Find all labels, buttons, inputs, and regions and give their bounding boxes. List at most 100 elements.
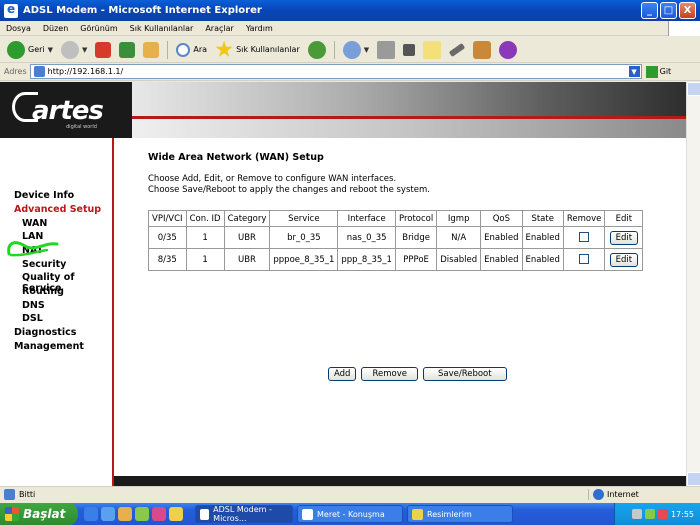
- messenger-quicklaunch-icon[interactable]: [152, 507, 166, 521]
- address-value: http://192.168.1.1/: [47, 67, 124, 76]
- msn-button[interactable]: [496, 39, 520, 61]
- cell-vpivci: 8/35: [148, 248, 187, 271]
- nav-diagnostics[interactable]: Diagnostics: [14, 327, 76, 338]
- address-label: Adres: [4, 67, 27, 76]
- menu-help[interactable]: Yardım: [240, 24, 279, 33]
- task-meret-konusma[interactable]: Meret - Konuşma: [297, 505, 403, 523]
- page-title: Wide Area Network (WAN) Setup: [148, 152, 324, 163]
- pen-button[interactable]: [446, 42, 468, 57]
- nav-security[interactable]: Security: [22, 259, 66, 270]
- col-edit: Edit: [604, 210, 644, 227]
- cell-qos: Enabled: [480, 248, 523, 271]
- print-button[interactable]: [374, 39, 398, 61]
- tray-messenger-icon[interactable]: [644, 509, 655, 519]
- edit-button[interactable]: Edit: [609, 230, 639, 245]
- windows-logo-icon: [668, 21, 700, 36]
- favorites-label: Sık Kullanılanlar: [236, 45, 300, 54]
- home-button[interactable]: [140, 40, 162, 60]
- cell-remove: [562, 248, 606, 271]
- cell-service: pppoe_8_35_1: [269, 248, 339, 271]
- outlook-quicklaunch-icon[interactable]: [101, 507, 115, 521]
- note-icon: [423, 40, 442, 59]
- globe-icon: [593, 489, 604, 500]
- mail-button[interactable]: ▼: [340, 39, 372, 61]
- col-protocol: Protocol: [394, 210, 438, 227]
- desktop-quicklaunch-icon[interactable]: [135, 507, 149, 521]
- quick-launch: [84, 507, 183, 521]
- address-input[interactable]: http://192.168.1.1/ ▼: [29, 64, 642, 79]
- task-label: Resimlerim: [427, 509, 472, 519]
- cell-edit: Edit: [604, 248, 644, 271]
- task-label: ADSL Modem - Micros...: [213, 505, 272, 523]
- start-label: Başlat: [23, 507, 66, 521]
- edit-button[interactable]: Edit: [609, 252, 639, 267]
- forward-arrow-icon: [61, 40, 80, 59]
- toolbar: Geri ▼ ▼ Ara Sık Kullanılanlar ▼: [0, 37, 700, 63]
- task-adsl-modem[interactable]: ADSL Modem - Micros...: [195, 505, 293, 523]
- chevron-down-icon: ▼: [82, 45, 88, 54]
- search-icon: [176, 42, 191, 57]
- refresh-icon: [119, 41, 136, 58]
- edit-page-button[interactable]: [400, 42, 418, 58]
- system-tray: 17:55: [614, 503, 700, 525]
- scroll-down-icon[interactable]: [687, 472, 700, 486]
- nav-advanced-setup[interactable]: Advanced Setup: [14, 204, 101, 215]
- chat-icon: [302, 508, 313, 520]
- remove-checkbox[interactable]: [579, 232, 590, 243]
- start-button[interactable]: Başlat: [0, 503, 78, 525]
- address-bar: Adres http://192.168.1.1/ ▼ Git: [0, 63, 700, 81]
- scroll-up-icon[interactable]: [687, 82, 700, 96]
- table-row: 0/35 1 UBR br_0_35 nas_0_35 Bridge N/A E…: [148, 226, 644, 249]
- ie-quicklaunch-icon[interactable]: [84, 507, 98, 521]
- media-quicklaunch-icon[interactable]: [118, 507, 132, 521]
- go-button[interactable]: Git: [645, 65, 671, 78]
- star-icon: [215, 40, 233, 57]
- page-done-icon: [4, 489, 15, 500]
- col-igmp: Igmp: [436, 210, 482, 227]
- window-title: ADSL Modem - Microsoft Internet Explorer: [23, 5, 262, 16]
- back-button[interactable]: Geri ▼: [4, 39, 56, 61]
- menu-view[interactable]: Görünüm: [74, 24, 123, 33]
- menu-edit[interactable]: Düzen: [37, 24, 74, 33]
- tray-network-icon[interactable]: [631, 509, 642, 519]
- nav-device-info[interactable]: Device Info: [14, 190, 74, 201]
- cell-interface: ppp_8_35_1: [337, 248, 396, 271]
- notes-button[interactable]: [420, 39, 444, 61]
- cell-protocol: Bridge: [394, 226, 438, 249]
- stop-button[interactable]: [92, 40, 114, 60]
- cell-vpivci: 0/35: [148, 226, 187, 249]
- edit-icon: [403, 43, 416, 56]
- left-navigation: Device Info Advanced Setup WAN LAN NAT S…: [0, 138, 114, 486]
- tray-antivirus-icon[interactable]: [657, 509, 668, 519]
- save-reboot-button[interactable]: Save/Reboot: [422, 367, 507, 381]
- remove-checkbox[interactable]: [579, 254, 590, 265]
- refresh-button[interactable]: [116, 40, 138, 60]
- search-button[interactable]: Ara: [173, 41, 210, 59]
- remove-button[interactable]: Remove: [361, 367, 418, 381]
- menu-tools[interactable]: Araçlar: [199, 24, 239, 33]
- vertical-scrollbar[interactable]: [686, 82, 700, 486]
- minimize-button[interactable]: _: [641, 2, 658, 19]
- history-button[interactable]: [305, 39, 329, 61]
- menu-file[interactable]: Dosya: [0, 24, 37, 33]
- cell-protocol: PPPoE: [394, 248, 438, 271]
- close-button[interactable]: X: [679, 2, 696, 19]
- action-buttons: Add Remove Save/Reboot: [328, 367, 507, 381]
- nav-dns[interactable]: DNS: [22, 300, 45, 311]
- browser-viewport: artes digital world Device Info Advanced…: [0, 82, 686, 486]
- chevron-down-icon[interactable]: ▼: [627, 65, 641, 78]
- favorites-button[interactable]: Sık Kullanılanlar: [212, 39, 303, 61]
- nav-dsl[interactable]: DSL: [22, 313, 43, 324]
- logo-tagline: digital world: [66, 124, 97, 130]
- menu-favorites[interactable]: Sık Kullanılanlar: [124, 24, 200, 33]
- nav-wan[interactable]: WAN: [22, 218, 47, 229]
- task-resimlerim[interactable]: Resimlerim: [407, 505, 513, 523]
- add-button[interactable]: Add: [328, 367, 357, 381]
- nav-management[interactable]: Management: [14, 341, 84, 352]
- ie-icon: [4, 2, 18, 18]
- messenger-button[interactable]: [470, 39, 494, 61]
- maximize-button[interactable]: □: [660, 2, 677, 19]
- smiley-quicklaunch-icon[interactable]: [169, 507, 183, 521]
- nav-routing[interactable]: Routing: [22, 286, 64, 297]
- forward-button[interactable]: ▼: [58, 39, 90, 61]
